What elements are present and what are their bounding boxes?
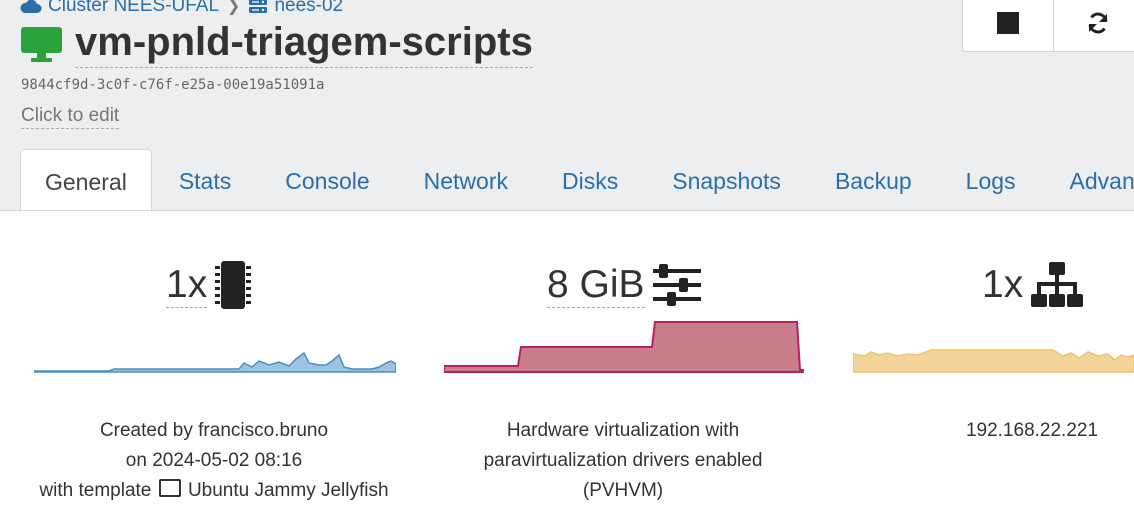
stop-icon [997,12,1019,34]
memory-usage-sparkline [444,320,804,374]
chevron-right-icon: ❯ [227,0,240,16]
virtualization-line-3: (PVHVM) [443,476,803,506]
tab-backup[interactable]: Backup [808,149,939,210]
template-prefix: with template [39,480,151,501]
breadcrumb-cluster-link[interactable]: Cluster NEES-UFAL [48,0,219,17]
tab-general[interactable]: General [20,149,152,212]
tab-snapshots[interactable]: Snapshots [645,149,808,210]
template-info: with template Ubuntu Jammy Jellyfish [24,476,404,506]
network-count-value[interactable]: 1x [982,263,1023,307]
vm-header: Cluster NEES-UFAL ❯ nees-02 vm-pnld-tria… [0,0,1134,210]
refresh-icon [1086,11,1110,35]
cpu-count-value[interactable]: 1x [166,263,207,308]
tab-console[interactable]: Console [258,149,396,210]
virtualization-line-2: paravirtualization drivers enabled [443,446,803,476]
tab-advanced[interactable]: Advan [1043,149,1134,210]
cpu-chip-icon [215,260,251,310]
desktop-icon [20,25,63,63]
server-icon [248,0,268,15]
network-interfaces-stat: 1x [982,257,1083,313]
cpu-usage-sparkline [34,345,396,375]
network-usage-sparkline [853,346,1134,374]
vm-uuid: 9844cf9d-3c0f-c76f-e25a-00e19a51091a [21,77,324,93]
network-icon [1031,262,1083,308]
title-row: vm-pnld-triagem-scripts [20,19,533,68]
memory-value[interactable]: 8 GiB [547,263,645,308]
vm-tabs: General Stats Console Network Disks Snap… [20,149,1134,211]
vm-name-title[interactable]: vm-pnld-triagem-scripts [75,19,533,68]
created-by-text: Created by francisco.bruno [24,416,404,446]
sliders-icon [653,264,701,306]
created-date-text: on 2024-05-02 08:16 [24,446,404,476]
template-icon [159,479,181,497]
memory-stat: 8 GiB [547,257,701,313]
tab-stats[interactable]: Stats [152,149,258,210]
tab-disks[interactable]: Disks [535,149,645,210]
cpu-count-stat: 1x [166,257,251,313]
template-name: Ubuntu Jammy Jellyfish [188,480,389,501]
tab-divider [0,210,1134,211]
tab-network[interactable]: Network [397,149,535,210]
stop-button[interactable] [963,0,1053,51]
virtualization-line-1: Hardware virtualization with [443,416,803,446]
tab-logs[interactable]: Logs [939,149,1043,210]
restart-button[interactable] [1053,0,1134,51]
ip-address-info: 192.168.22.221 [932,416,1132,446]
breadcrumb-host-link[interactable]: nees-02 [274,0,343,17]
breadcrumb: Cluster NEES-UFAL ❯ nees-02 [20,0,343,18]
description-edit-field[interactable]: Click to edit [21,104,119,129]
ip-address: 192.168.22.221 [932,416,1132,446]
vm-actions-group [962,0,1134,52]
cloud-icon [20,0,42,14]
